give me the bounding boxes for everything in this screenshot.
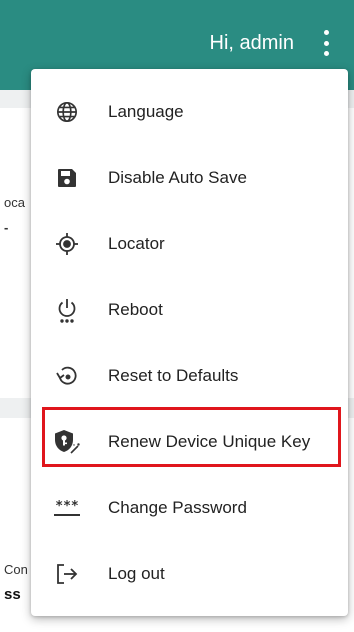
menu-item-change-password[interactable]: *** Change Password xyxy=(31,475,348,541)
menu-item-log-out[interactable]: Log out xyxy=(31,541,348,607)
background-text: ss xyxy=(4,586,21,603)
menu-item-label: Reboot xyxy=(108,300,163,319)
background-text: oca xyxy=(4,195,25,210)
user-greeting: Hi, admin xyxy=(209,32,294,54)
more-options-icon[interactable] xyxy=(314,30,338,56)
menu-item-label: Language xyxy=(108,102,184,121)
background-text: - xyxy=(4,220,9,235)
save-icon xyxy=(53,164,81,192)
highlight-box xyxy=(42,407,341,467)
globe-icon xyxy=(53,98,81,126)
password-glyph: *** xyxy=(54,498,80,516)
menu-item-reset-to-defaults[interactable]: Reset to Defaults xyxy=(31,343,348,409)
reset-icon xyxy=(53,362,81,390)
password-icon: *** xyxy=(53,494,81,522)
logout-icon xyxy=(53,560,81,588)
menu-item-locator[interactable]: Locator xyxy=(31,211,348,277)
locator-icon xyxy=(53,230,81,258)
menu-item-language[interactable]: Language xyxy=(31,79,348,145)
menu-item-label: Reset to Defaults xyxy=(108,366,239,385)
menu-item-label: Change Password xyxy=(108,498,247,517)
menu-item-label: Locator xyxy=(108,234,165,253)
menu-item-disable-auto-save[interactable]: Disable Auto Save xyxy=(31,145,348,211)
menu-item-label: Disable Auto Save xyxy=(108,168,247,187)
background-text: Con xyxy=(4,562,28,577)
menu-item-label: Log out xyxy=(108,564,165,583)
power-icon xyxy=(53,296,81,324)
menu-item-reboot[interactable]: Reboot xyxy=(31,277,348,343)
user-menu: Language Disable Auto Save Locator Reboo… xyxy=(31,69,348,616)
